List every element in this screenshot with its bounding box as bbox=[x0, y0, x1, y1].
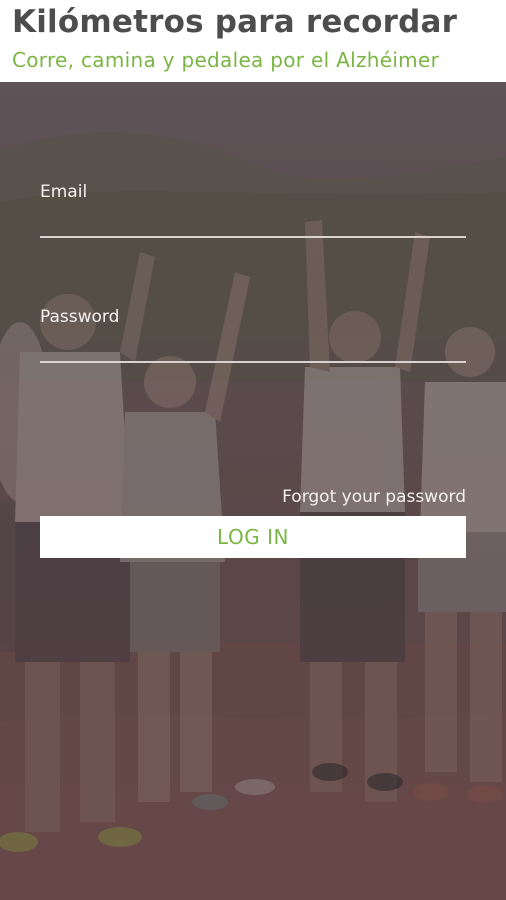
password-field[interactable] bbox=[40, 333, 466, 363]
login-button[interactable]: LOG IN bbox=[40, 516, 466, 558]
app-title: Kilómetros para recordar bbox=[12, 4, 458, 40]
email-label: Email bbox=[40, 182, 88, 202]
password-label: Password bbox=[40, 307, 120, 327]
app-subtitle: Corre, camina y pedalea por el Alzhéimer bbox=[12, 48, 440, 72]
email-field[interactable] bbox=[40, 208, 466, 238]
app-header: Kilómetros para recordar Corre, camina y… bbox=[0, 0, 506, 82]
background-photo: Email Password Forgot your password LOG … bbox=[0, 82, 506, 900]
forgot-password-link[interactable]: Forgot your password bbox=[282, 487, 466, 507]
